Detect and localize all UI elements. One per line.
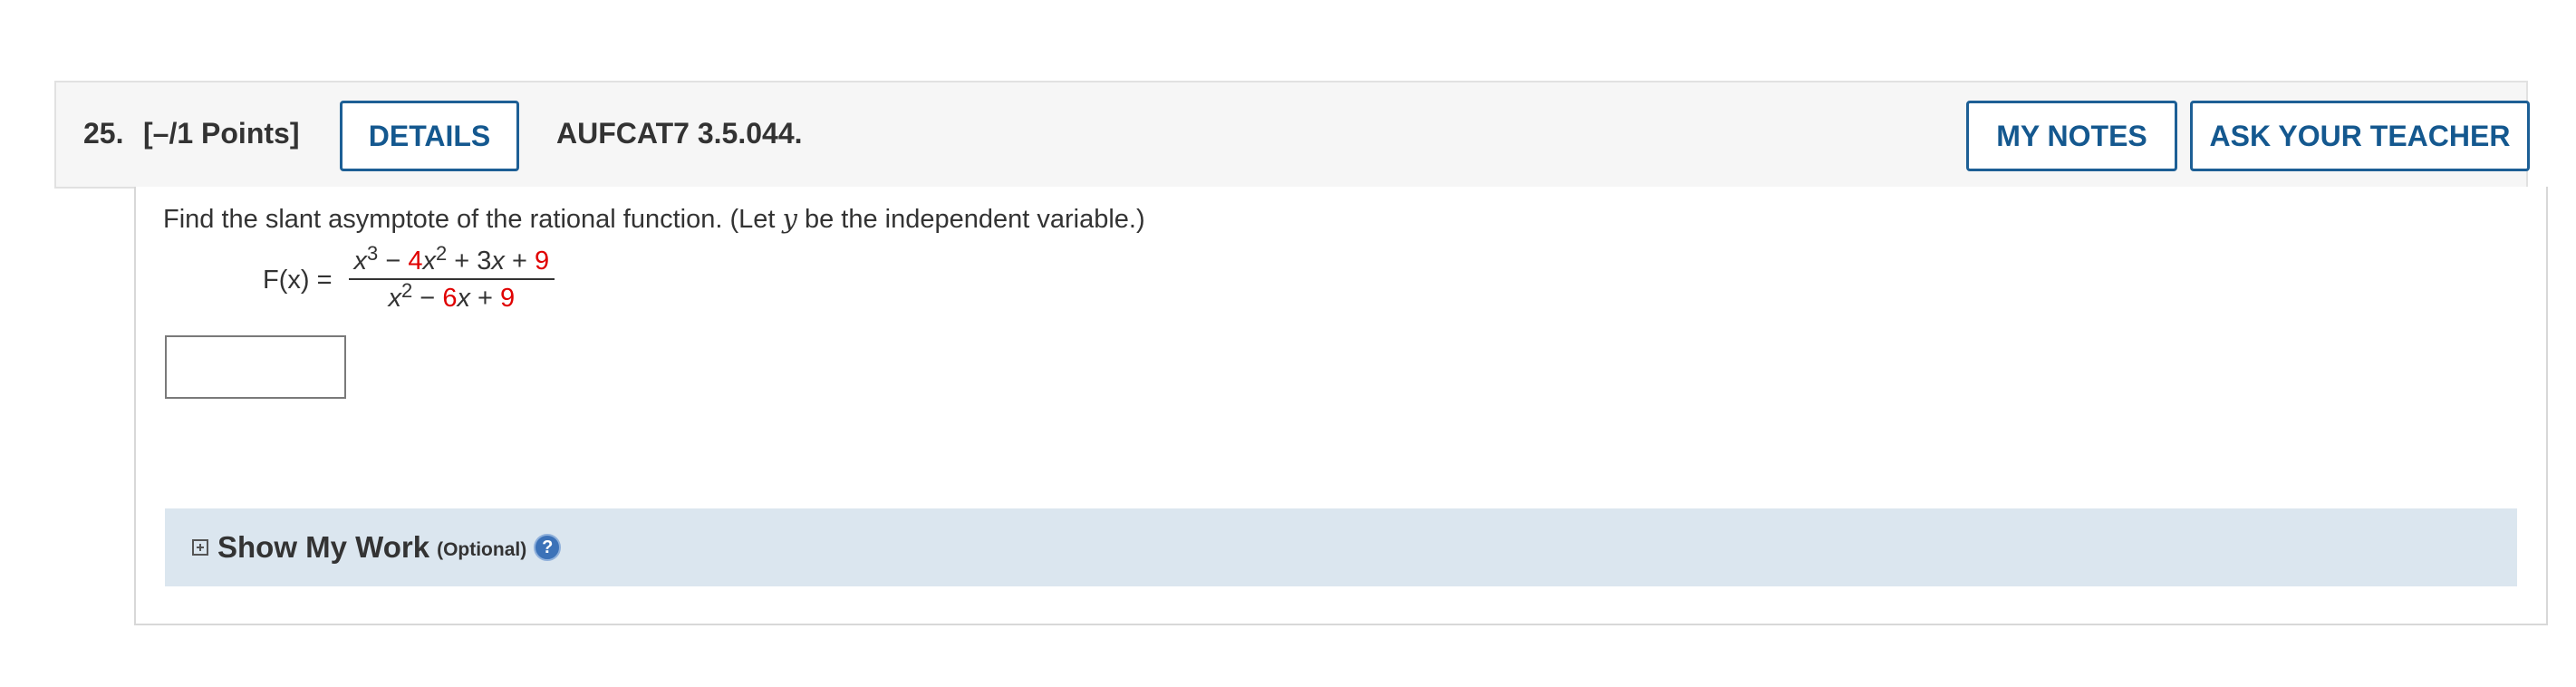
denominator-var-2: x xyxy=(457,284,470,313)
prompt-variable: y xyxy=(782,203,797,234)
denominator-minus: − xyxy=(412,284,443,313)
ask-your-teacher-button[interactable]: ASK YOUR TEACHER xyxy=(2190,101,2530,171)
numerator-var-3: x xyxy=(491,247,505,276)
numerator-plus: + xyxy=(504,247,535,276)
numerator-var: x xyxy=(353,247,368,276)
numerator-exp-3: 3 xyxy=(367,242,379,265)
denominator-exp-2: 2 xyxy=(401,279,413,302)
plus-square-icon[interactable] xyxy=(192,539,208,556)
question-header: 25. [–/1 Points] DETAILS AUFCAT7 3.5.044… xyxy=(54,81,2530,189)
numerator: x3 − 4x2 + 3x + 9 xyxy=(348,244,555,280)
numerator-plus-3: + 3 xyxy=(447,247,492,276)
prompt-text-end: be the independent variable.) xyxy=(796,205,1145,234)
help-icon[interactable]: ? xyxy=(534,534,562,561)
question-prompt: Find the slant asymptote of the rational… xyxy=(163,203,1145,235)
numerator-exp-2: 2 xyxy=(435,242,448,265)
numerator-minus: − xyxy=(378,247,409,276)
denominator-plus: + xyxy=(469,284,501,313)
optional-label: (Optional) xyxy=(437,539,527,560)
my-notes-button[interactable]: MY NOTES xyxy=(1966,101,2177,171)
function-label: F(x) = xyxy=(263,265,333,295)
prompt-text-start: Find the slant asymptote of the rational… xyxy=(163,205,783,234)
numerator-var-2: x xyxy=(422,247,436,276)
show-my-work-panel: Show My Work (Optional) ? xyxy=(165,508,2517,586)
denominator: x2 − 6x + 9 xyxy=(383,280,521,314)
answer-input[interactable] xyxy=(165,335,346,399)
question-source: AUFCAT7 3.5.044. xyxy=(556,117,803,150)
denominator-coef-red: 6 xyxy=(442,284,458,313)
fraction: x3 − 4x2 + 3x + 9 x2 − 6x + 9 xyxy=(348,244,555,314)
numerator-coef-red: 4 xyxy=(408,247,423,276)
numerator-const-red: 9 xyxy=(534,247,550,276)
denominator-const-red: 9 xyxy=(500,284,516,313)
points-label: [–/1 Points] xyxy=(143,117,300,150)
show-my-work-toggle[interactable]: Show My Work xyxy=(217,530,429,565)
question-number: 25. xyxy=(83,117,124,150)
question-body: Find the slant asymptote of the rational… xyxy=(134,187,2548,625)
denominator-var: x xyxy=(388,284,402,313)
rational-function: F(x) = x3 − 4x2 + 3x + 9 x2 − 6x + 9 xyxy=(263,244,555,314)
details-button[interactable]: DETAILS xyxy=(340,101,519,171)
